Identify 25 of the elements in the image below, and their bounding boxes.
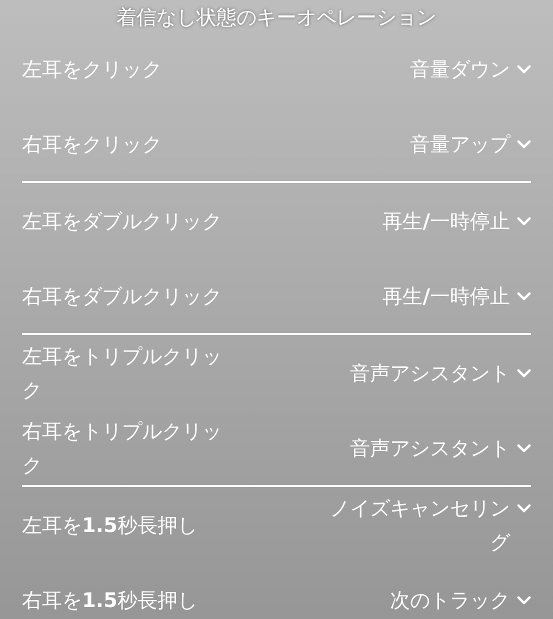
action-label: 左耳をクリック <box>22 56 162 82</box>
value-dropdown[interactable]: 音量アップ <box>410 126 531 160</box>
chevron-down-icon <box>517 216 531 226</box>
value-dropdown[interactable]: 音量ダウン <box>410 52 531 86</box>
value-dropdown[interactable]: 音声アシスタント <box>350 356 531 390</box>
chevron-down-icon <box>517 596 531 604</box>
value-dropdown[interactable]: 次のトラック <box>390 582 531 616</box>
action-label: 右耳をクリック <box>22 130 162 158</box>
action-label: 右耳をトリプルクリック <box>22 418 223 478</box>
value-dropdown[interactable]: 音声アシスタント <box>350 430 531 464</box>
value-dropdown[interactable]: 再生/一時停止 <box>382 278 531 312</box>
chevron-down-icon <box>517 292 531 300</box>
screen-title: 着信なし状態のキーオペレーション <box>116 4 438 31</box>
chevron-down-icon <box>517 504 531 512</box>
action-label: 右耳を1.5秒長押し <box>22 586 198 614</box>
chevron-down-icon <box>517 444 531 452</box>
value-dropdown[interactable]: ノイズキャンセリング <box>320 490 531 558</box>
action-label: 右耳をダブルクリック <box>22 282 222 310</box>
chevron-down-icon <box>517 368 531 378</box>
value-dropdown[interactable]: 再生/一時停止 <box>382 204 531 238</box>
action-label: 左耳をトリプルクリック <box>22 342 223 404</box>
chevron-down-icon <box>517 140 531 148</box>
action-label: 左耳を1.5秒長押し <box>22 512 198 538</box>
action-label: 左耳をダブルクリック <box>22 208 222 234</box>
chevron-down-icon <box>517 64 531 74</box>
